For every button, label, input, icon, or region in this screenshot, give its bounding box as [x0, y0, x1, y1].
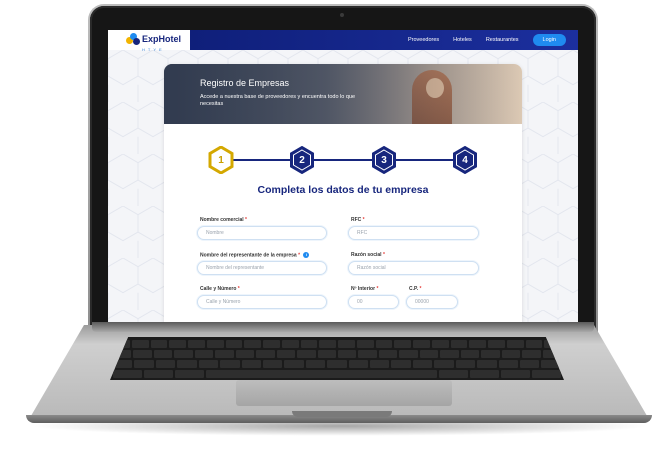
representante-input[interactable]: Nombre del representante	[197, 261, 327, 275]
cp-input[interactable]: 00000	[406, 295, 458, 309]
razon-social-label-text: Razón social	[351, 252, 382, 258]
rfc-label: RFC *	[351, 217, 365, 223]
interior-input[interactable]: 00	[348, 295, 399, 309]
hero-banner: Registro de Empresas Accede a nuestra ba…	[164, 64, 522, 124]
required-mark: *	[245, 217, 247, 223]
required-mark: *	[362, 217, 365, 223]
cp-label: C.P. *	[409, 286, 421, 292]
calle-input[interactable]: Calle y Número	[197, 295, 327, 309]
keyboard	[110, 337, 564, 380]
rfc-input[interactable]: RFC	[348, 226, 479, 240]
registration-card: Registro de Empresas Accede a nuestra ba…	[164, 64, 522, 322]
step-indicator: 1 2 3 4	[164, 146, 522, 174]
required-mark: *	[382, 252, 385, 258]
step-3-label: 3	[381, 154, 387, 166]
top-navbar: ExpHotel HTYE Proveedores Hoteles Restau…	[108, 30, 578, 52]
step-2[interactable]: 2	[289, 146, 315, 174]
nav-link-restaurantes[interactable]: Restaurantes	[486, 37, 519, 43]
nombre-comercial-label-text: Nombre comercial	[200, 217, 244, 223]
step-4[interactable]: 4	[452, 146, 478, 174]
main-nav: Proveedores Hoteles Restaurantes Login	[408, 30, 578, 50]
form-title: Completa los datos de tu empresa	[257, 184, 429, 196]
info-icon[interactable]: i	[303, 252, 310, 258]
step-connector	[230, 159, 456, 161]
logo-icon	[126, 33, 140, 47]
representante-label: Nombre del representante de la empresa *…	[200, 252, 310, 259]
required-mark: *	[298, 252, 301, 259]
step-1-label: 1	[218, 154, 224, 166]
cp-label-text: C.P.	[409, 286, 419, 292]
required-mark: *	[376, 286, 379, 292]
laptop-hinge	[92, 322, 594, 332]
nav-bar: Proveedores Hoteles Restaurantes Login	[190, 30, 578, 50]
nombre-comercial-label: Nombre comercial *	[200, 217, 247, 223]
site-logo[interactable]: ExpHotel HTYE	[126, 32, 182, 52]
nombre-comercial-input[interactable]: Nombre	[197, 226, 327, 240]
required-mark: *	[237, 286, 240, 292]
logo-subtext: HTYE	[142, 46, 165, 52]
razon-social-label: Razón social *	[351, 252, 385, 258]
interior-label-text: Nº Interior	[351, 286, 376, 292]
step-4-label: 4	[462, 154, 468, 166]
logo-text: ExpHotel	[142, 33, 182, 44]
razon-social-input[interactable]: Razón social	[348, 261, 479, 275]
calle-label: Calle y Número *	[200, 286, 240, 292]
step-1[interactable]: 1	[208, 146, 234, 174]
laptop-screen: ExpHotel HTYE Proveedores Hoteles Restau…	[108, 30, 578, 322]
trackpad	[236, 380, 452, 406]
hero-title: Registro de Empresas	[200, 78, 290, 88]
hero-subtitle: Accede a nuestra base de proveedores y e…	[200, 94, 356, 107]
nav-link-hoteles[interactable]: Hoteles	[453, 37, 472, 43]
webcam	[340, 13, 344, 17]
calle-label-text: Calle y Número	[200, 286, 237, 292]
representante-label-text: Nombre del representante de la empresa	[200, 252, 297, 259]
step-2-label: 2	[299, 154, 305, 166]
login-button[interactable]: Login	[532, 34, 566, 46]
interior-label: Nº Interior *	[351, 286, 378, 292]
step-3[interactable]: 3	[371, 146, 397, 174]
required-mark: *	[419, 286, 422, 292]
laptop-notch	[292, 411, 392, 417]
nav-link-proveedores[interactable]: Proveedores	[408, 37, 439, 43]
rfc-label-text: RFC	[351, 217, 362, 223]
